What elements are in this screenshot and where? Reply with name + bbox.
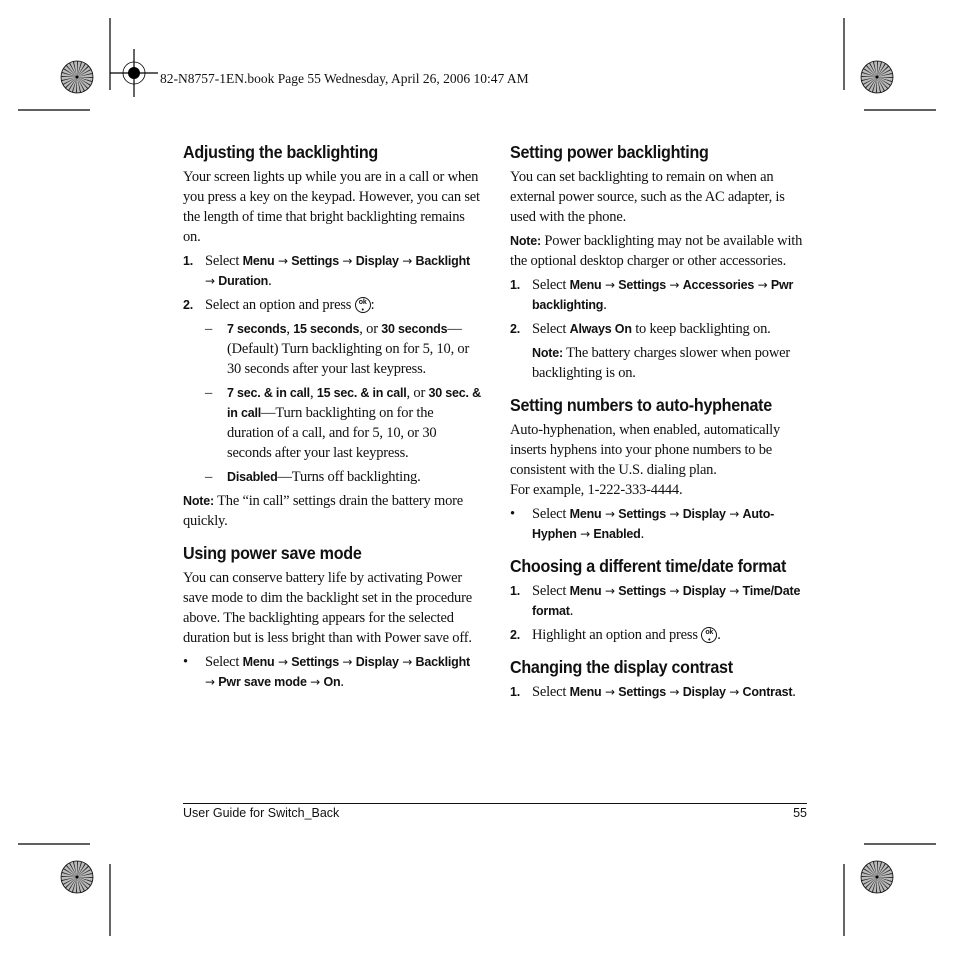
step-number: 2.: [183, 298, 194, 312]
arrow-right-icon: →: [580, 527, 590, 541]
step-number: 1.: [183, 254, 194, 268]
arrow-right-icon: →: [729, 507, 740, 521]
step-text: Highlight an option and press ok •.: [532, 627, 721, 644]
arrow-right-icon: →: [342, 254, 353, 268]
step-text: Select an option and press ok •:: [205, 297, 375, 314]
section-adjusting-backlighting: Adjusting the backlighting Your screen l…: [183, 142, 483, 531]
arrow-right-icon: →: [205, 675, 215, 689]
arrow-right-icon: →: [669, 507, 680, 521]
arrow-right-icon: →: [669, 685, 680, 699]
footer-page-number: 55: [793, 806, 807, 820]
step-number: 2.: [510, 628, 521, 642]
arrow-right-icon: →: [757, 278, 768, 292]
bullet: •: [183, 654, 188, 670]
step-text: Select Menu → Settings → Display → Backl…: [205, 654, 470, 690]
arrow-right-icon: →: [604, 685, 615, 699]
note: Note: Power backlighting may not be avai…: [510, 233, 803, 269]
section-auto-hyphenate: Setting numbers to auto-hyphenate Auto-h…: [510, 395, 810, 544]
dash-bullet: –: [205, 385, 213, 401]
section-heading: Changing the display contrast: [510, 657, 733, 677]
arrow-right-icon: →: [402, 655, 413, 669]
section-heading: Setting numbers to auto-hyphenate: [510, 395, 772, 415]
star-center: [875, 875, 879, 879]
section-power-save-mode: Using power save mode You can conserve b…: [183, 543, 483, 692]
step-text: Select Menu → Settings → Display → Time/…: [532, 583, 801, 619]
print-file-header: 82-N8757-1EN.book Page 55 Wednesday, Apr…: [160, 71, 529, 86]
footer-rule: [183, 803, 807, 804]
left-column: Adjusting the backlighting Your screen l…: [183, 142, 483, 704]
option-in-call: – 7 sec. & in call, 15 sec. & in call, o…: [205, 385, 481, 461]
section-heading: Setting power backlighting: [510, 142, 709, 162]
section-intro: Auto-hyphenation, when enabled, automati…: [510, 422, 781, 478]
step-1: 1. Select Menu → Settings → Display → Ti…: [510, 581, 810, 621]
section-power-backlighting: Setting power backlighting You can set b…: [510, 142, 810, 383]
arrow-right-icon: →: [604, 584, 615, 598]
bullet-step: • Select Menu → Settings → Display → Aut…: [510, 504, 810, 544]
section-intro: You can set backlighting to remain on wh…: [510, 169, 785, 225]
arrow-right-icon: →: [669, 584, 680, 598]
step-text: Select Menu → Settings → Display → Auto-…: [532, 506, 775, 542]
step-1: 1. Select Menu → Settings → Accessories …: [510, 275, 810, 315]
arrow-right-icon: →: [310, 675, 321, 689]
arrow-right-icon: →: [604, 507, 615, 521]
step-number: 1.: [510, 685, 521, 699]
step-2: 2. Select Always On to keep backlighting…: [510, 319, 810, 339]
right-column: Setting power backlighting You can set b…: [510, 142, 810, 714]
step-1: 1. Select Menu → Settings → Display → Ba…: [183, 251, 483, 291]
arrow-right-icon: →: [402, 254, 413, 268]
bullet-step: • Select Menu → Settings → Display → Bac…: [183, 652, 483, 692]
arrow-right-icon: →: [205, 274, 215, 288]
example: For example, 1-222-333-4444.: [510, 482, 683, 498]
arrow-right-icon: →: [669, 278, 680, 292]
arrow-right-icon: →: [729, 685, 740, 699]
option-disabled: – Disabled—Turns off backlighting.: [205, 469, 421, 485]
section-intro: You can conserve battery life by activat…: [183, 570, 472, 646]
note: Note: The “in call” settings drain the b…: [183, 493, 463, 529]
step-1: 1. Select Menu → Settings → Display → Co…: [510, 682, 810, 702]
arrow-right-icon: →: [277, 254, 288, 268]
dash-bullet: –: [205, 321, 213, 337]
section-heading: Choosing a different time/date format: [510, 556, 787, 576]
ok-key-icon: ok •: [701, 627, 718, 644]
note: Note: The battery charges slower when po…: [532, 345, 790, 381]
section-intro: Your screen lights up while you are in a…: [183, 169, 480, 245]
arrow-right-icon: →: [342, 655, 353, 669]
section-display-contrast: Changing the display contrast 1. Select …: [510, 657, 810, 702]
option-seconds: – 7 seconds, 15 seconds, or 30 seconds—(…: [205, 321, 470, 377]
bullet: •: [510, 506, 515, 522]
step-text: Select Menu → Settings → Display → Backl…: [205, 253, 470, 289]
step-text: Select Always On to keep backlighting on…: [532, 321, 771, 337]
ok-key-icon: ok •: [354, 297, 371, 314]
step-2: 2. Select an option and press ok •:: [183, 295, 483, 315]
step-text: Select Menu → Settings → Accessories → P…: [532, 277, 794, 313]
section-time-date-format: Choosing a different time/date format 1.…: [510, 556, 810, 645]
step-text: Select Menu → Settings → Display → Contr…: [532, 684, 796, 700]
section-heading: Using power save mode: [183, 543, 362, 563]
dash-bullet: –: [205, 469, 213, 485]
arrow-right-icon: →: [729, 584, 740, 598]
step-number: 1.: [510, 584, 521, 598]
arrow-right-icon: →: [604, 278, 615, 292]
section-heading: Adjusting the backlighting: [183, 142, 378, 162]
step-number: 2.: [510, 322, 521, 336]
star-center: [75, 75, 79, 79]
step-number: 1.: [510, 278, 521, 292]
arrow-right-icon: →: [277, 655, 288, 669]
star-center: [75, 875, 79, 879]
step-2: 2. Highlight an option and press ok •.: [510, 625, 810, 645]
star-center: [875, 75, 879, 79]
footer-guide-title: User Guide for Switch_Back: [183, 806, 340, 820]
